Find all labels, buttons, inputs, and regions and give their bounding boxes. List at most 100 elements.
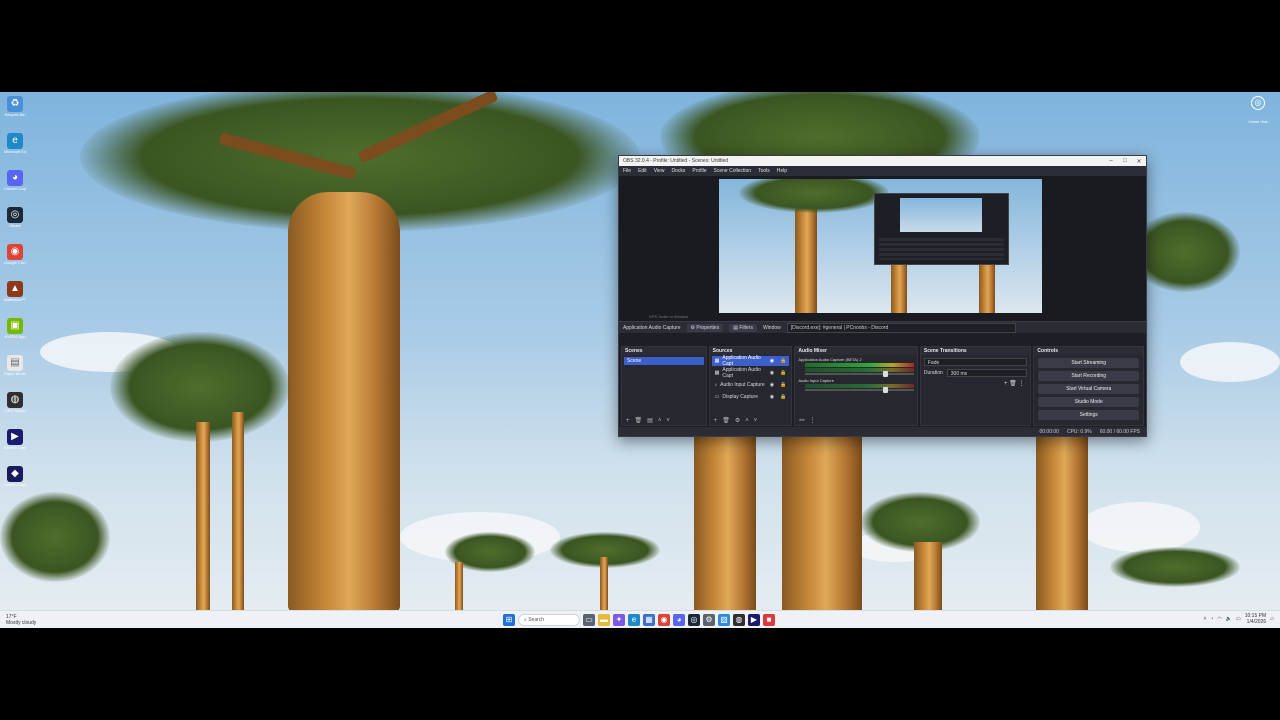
menu-dots-icon[interactable]: ⋮ [809, 417, 815, 424]
desktop-icon-edge[interactable]: eMicrosoft Edge [4, 133, 26, 163]
explorer-icon[interactable]: ▬ [598, 614, 610, 626]
filters-label: Filters [739, 324, 753, 331]
volume-icon[interactable]: 🔈 [1226, 616, 1232, 622]
start-streaming-button[interactable]: Start Streaming [1038, 358, 1139, 368]
preview-canvas[interactable] [719, 179, 1042, 314]
obs-titlebar[interactable]: OBS 32.0.4 - Profile: Untitled - Scenes:… [619, 156, 1146, 166]
obs-icon[interactable]: ◍ [733, 614, 745, 626]
chevron-down-icon[interactable]: ˅ [754, 418, 758, 424]
menu-file[interactable]: File [623, 168, 631, 174]
menu-scene-collection[interactable]: Scene Collection [714, 168, 752, 174]
settings-icon[interactable]: ⚙ [703, 614, 715, 626]
volume-fader[interactable] [805, 387, 914, 393]
chrome-icon[interactable]: ◉ [658, 614, 670, 626]
scenes-title: Scenes [622, 347, 706, 355]
menu-help[interactable]: Help [777, 168, 787, 174]
network-icon[interactable]: ◔ [1210, 616, 1213, 622]
controls-dock: Controls Start Streaming Start Recording… [1033, 346, 1144, 426]
clock[interactable]: 10:15 PM 1/4/2026 [1245, 613, 1266, 625]
source-item[interactable]: ▭ Display Capture ◉ 🔒 [712, 392, 790, 402]
capture-icon[interactable]: ▶ [748, 614, 760, 626]
eye-icon[interactable]: ◉ [770, 358, 774, 364]
photos-icon[interactable]: ▨ [718, 614, 730, 626]
menu-tools[interactable]: Tools [758, 168, 770, 174]
fader-knob[interactable] [883, 387, 889, 393]
eye-icon[interactable]: ◉ [770, 370, 774, 376]
menu-docks[interactable]: Docks [671, 168, 685, 174]
desktop-icon-record[interactable]: ◆Screen Capture [4, 466, 26, 496]
menu-dots-icon[interactable]: ⋮ [1018, 381, 1024, 387]
battery-icon[interactable]: ▭ [1236, 616, 1241, 622]
menu-profile[interactable]: Profile [692, 168, 706, 174]
eye-icon[interactable]: ◉ [770, 394, 774, 400]
chevron-down-icon[interactable]: ˅ [666, 418, 670, 424]
menu-view[interactable]: View [654, 168, 665, 174]
notification-icon[interactable]: ▱ [1270, 616, 1274, 622]
source-item[interactable]: ♪ Audio Input Capture ◉ 🔒 [712, 380, 790, 390]
desktop-icon-chrome[interactable]: ◉Google Chrome [4, 244, 26, 274]
link-icon[interactable]: ⚯ [799, 417, 804, 424]
start-recording-button[interactable]: Start Recording [1038, 371, 1139, 381]
eye-icon[interactable]: ◉ [770, 382, 774, 388]
audio-mixer-dock: Audio Mixer Application Audio Capture (B… [794, 346, 918, 426]
desktop-icon-discord[interactable]: ◕ Discord Copy [4, 170, 26, 200]
filter-icon[interactable]: ▤ [647, 417, 653, 424]
start-virtual-camera-button[interactable]: Start Virtual Camera [1038, 384, 1139, 394]
duration-input[interactable]: 300 ms [946, 369, 1028, 377]
lock-icon[interactable]: 🔒 [780, 358, 786, 364]
desktop-icon-right[interactable]: ◎ Game Hub [1246, 96, 1270, 128]
desktop-icon-steam[interactable]: ◎ Steam [4, 207, 26, 237]
add-icon[interactable]: + [714, 418, 718, 424]
add-icon[interactable]: + [1004, 381, 1008, 387]
transition-select[interactable]: Fade [923, 358, 1028, 366]
minimize-icon[interactable]: – [1104, 158, 1118, 165]
menu-edit[interactable]: Edit [638, 168, 647, 174]
steam-icon[interactable]: ◎ [688, 614, 700, 626]
trash-icon[interactable]: 🗑 [722, 417, 730, 424]
transition-tools: + 🗑 ⋮ [921, 380, 1024, 387]
search-box[interactable]: ⌕ Search [518, 614, 580, 626]
settings-button[interactable]: Settings [1038, 410, 1139, 420]
filters-button[interactable]: ▤ Filters [729, 323, 757, 332]
chevron-up-icon[interactable]: ˄ [745, 418, 749, 424]
recycle-bin-icon: ♻ [7, 96, 23, 112]
source-name: Application Audio Capt [722, 367, 761, 379]
taskview-icon[interactable]: ▭ [583, 614, 595, 626]
fader-knob[interactable] [883, 371, 889, 377]
studio-mode-button[interactable]: Studio Mode [1038, 397, 1139, 407]
desktop-icon-file[interactable]: ▤ Rapid Studio [4, 355, 26, 385]
scene-item[interactable]: Scene [624, 357, 704, 365]
volume-fader[interactable] [805, 371, 914, 377]
trash-icon[interactable]: 🗑 [1009, 381, 1017, 387]
desktop-icon-recycle-bin[interactable]: ♻ Recycle Bin [4, 96, 26, 126]
edge-icon[interactable]: e [628, 614, 640, 626]
chevron-up-icon[interactable]: ˄ [658, 418, 662, 424]
source-item[interactable]: ▦ Application Audio Capt ◉ 🔒 [712, 367, 790, 379]
weather-widget[interactable]: 17°F Mostly cloudy [6, 614, 36, 626]
store-icon[interactable]: ▦ [643, 614, 655, 626]
window-select[interactable]: [Discord.exe]: #general | PCnoobs - Disc… [786, 322, 1016, 333]
wifi-icon[interactable]: ◠ [1217, 616, 1221, 622]
gear-icon[interactable]: ⚙ [735, 417, 740, 424]
source-item[interactable]: ▦ Application Audio Capt ◉ 🔒 [711, 355, 790, 367]
lock-icon[interactable]: 🔒 [780, 370, 786, 376]
obs-window[interactable]: OBS 32.0.4 - Profile: Untitled - Scenes:… [618, 155, 1147, 437]
lock-icon[interactable]: 🔒 [780, 394, 786, 400]
desktop-icon-label: OBS Studio [4, 408, 26, 413]
lock-icon[interactable]: 🔒 [780, 382, 786, 388]
close-icon[interactable]: ✕ [1132, 158, 1146, 165]
add-icon[interactable]: + [626, 418, 630, 424]
chevron-up-icon[interactable]: ˄ [1203, 616, 1206, 622]
discord-icon[interactable]: ◕ [673, 614, 685, 626]
trash-icon[interactable]: 🗑 [635, 417, 643, 424]
properties-button[interactable]: ⚙ Properties [686, 323, 724, 332]
maximize-icon[interactable]: □ [1118, 158, 1132, 165]
desktop-icon-obs[interactable]: ◍ OBS Studio [4, 392, 26, 422]
desktop-icon-nvidia[interactable]: ▣ NVIDIA App [4, 318, 26, 348]
tree-trunk [782, 422, 862, 612]
desktop-icon-game[interactable]: ▲Battlefield™ 6 [4, 281, 26, 311]
desktop-icon-capture[interactable]: ▶Screen Capture HD [4, 429, 26, 459]
copilot-icon[interactable]: ✦ [613, 614, 625, 626]
start-icon[interactable]: ⊞ [503, 614, 515, 626]
recorder-icon[interactable]: ■ [763, 614, 775, 626]
